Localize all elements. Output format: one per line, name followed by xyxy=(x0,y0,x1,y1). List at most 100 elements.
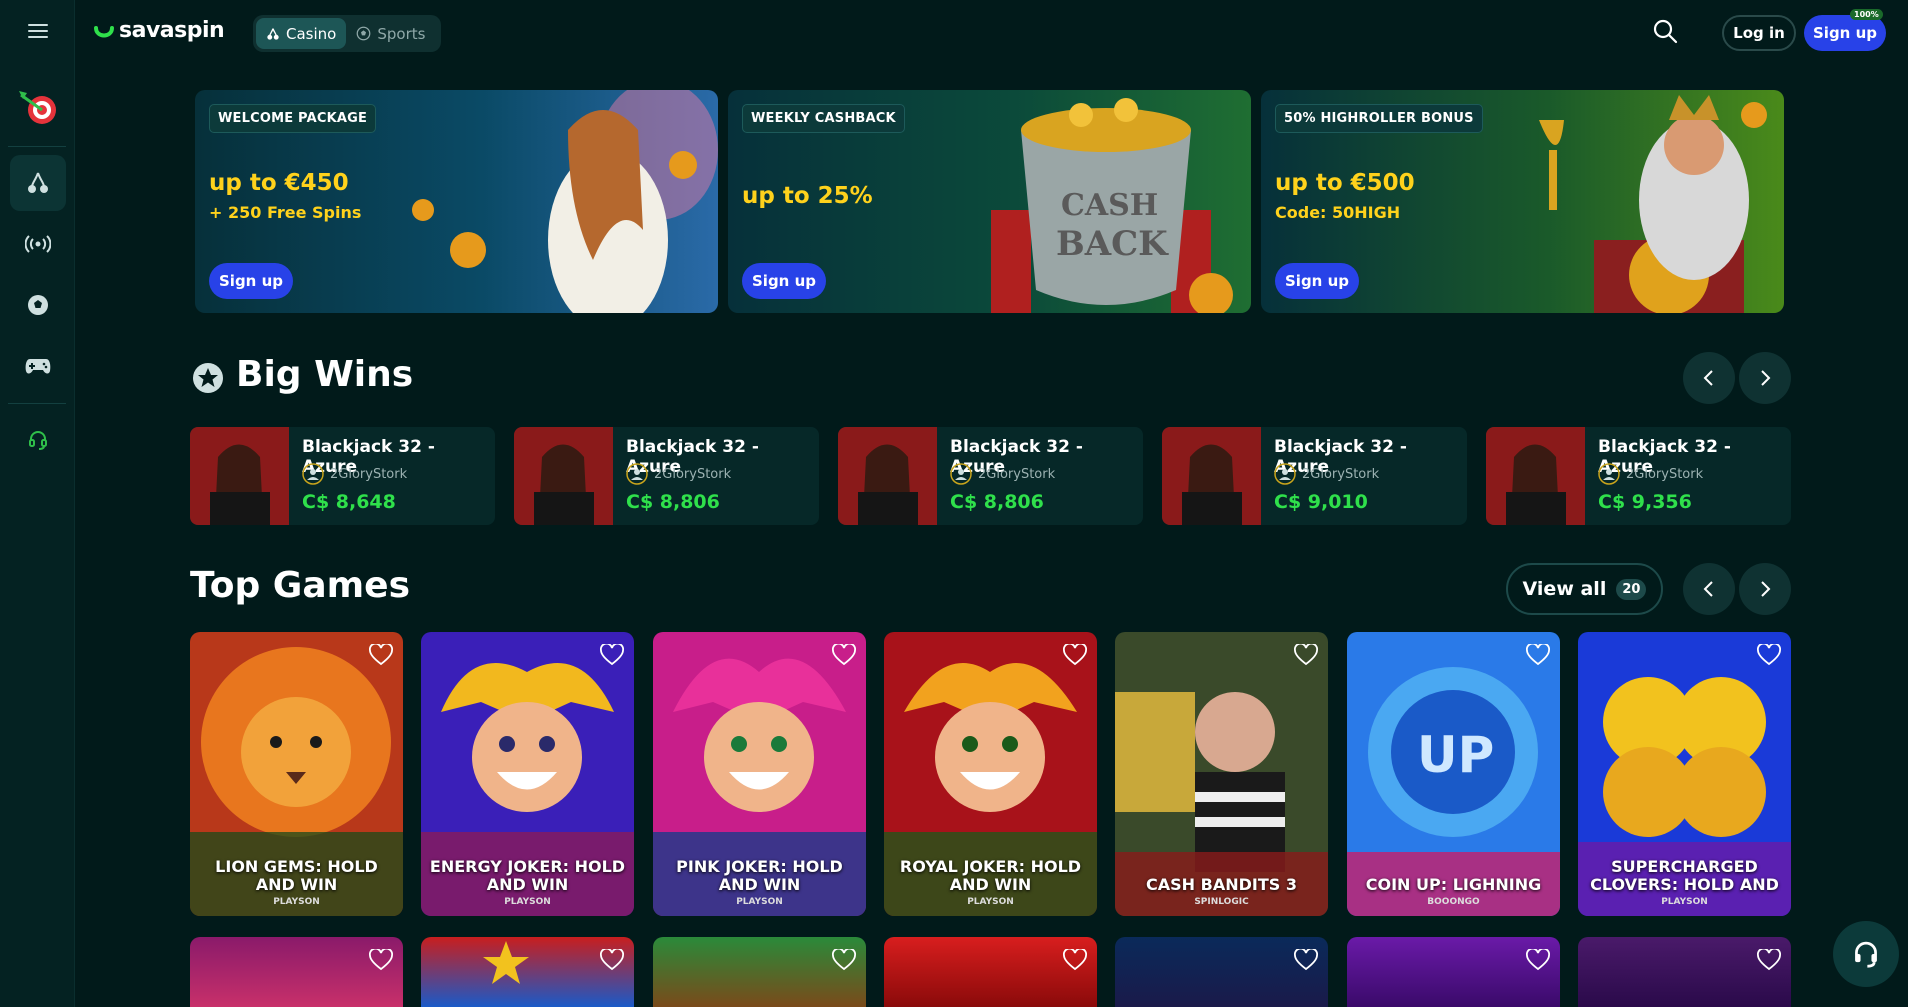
cashback-pot-illustration: CASHBACK xyxy=(991,98,1233,313)
dealer-thumbnail xyxy=(838,427,937,525)
big-wins-prev-button[interactable] xyxy=(1683,352,1735,404)
goddess-illustration xyxy=(412,90,718,313)
favorite-heart-icon[interactable] xyxy=(600,644,624,666)
favorite-heart-icon[interactable] xyxy=(1063,644,1087,666)
search-icon xyxy=(1653,19,1678,44)
promo-signup-button[interactable]: Sign up xyxy=(209,263,293,299)
big-win-card[interactable]: Blackjack 32 - Azure 2GloryStork C$ 8,64… xyxy=(190,427,495,525)
cherries-icon xyxy=(267,27,279,40)
promo-subline: + 250 Free Spins xyxy=(209,203,362,222)
game-tile[interactable]: UP COIN UP: LIGHNING BOOONGO xyxy=(1347,632,1560,916)
dealer-thumbnail xyxy=(1162,427,1261,525)
tab-casino[interactable]: Casino xyxy=(256,18,347,49)
login-button[interactable]: Log in xyxy=(1722,15,1796,51)
signup-button[interactable]: Sign up xyxy=(1804,15,1886,51)
big-win-card[interactable]: Blackjack 32 - Azure 2GloryStork C$ 9,35… xyxy=(1486,427,1791,525)
game-title: ROYAL JOKER: HOLD AND WIN xyxy=(899,857,1082,894)
top-games-prev-button[interactable] xyxy=(1683,563,1735,615)
big-win-card[interactable]: Blackjack 32 - Azure 2GloryStork C$ 9,01… xyxy=(1162,427,1467,525)
win-username: 2GloryStork xyxy=(978,466,1056,482)
game-tile[interactable]: LION GEMS: HOLD AND WIN PLAYSON xyxy=(190,632,403,916)
promo-card-cashback[interactable]: CASH BACK WEEKLY CASHBACK up to 25% Sign … xyxy=(728,90,1251,313)
game-tile[interactable]: ENERGY JOKER: HOLD AND WIN PLAYSON xyxy=(421,632,634,916)
win-user: 2GloryStork xyxy=(1598,463,1703,485)
sidebar-item-casino[interactable] xyxy=(10,155,66,211)
headset-icon xyxy=(1855,941,1877,968)
user-avatar-icon xyxy=(1274,463,1296,485)
live-broadcast-icon xyxy=(25,235,51,253)
promo-headline: up to €450 xyxy=(209,170,349,196)
user-avatar-icon xyxy=(1598,463,1620,485)
game-title: PINK JOKER: HOLD AND WIN xyxy=(676,857,843,894)
sidebar xyxy=(0,0,75,1007)
game-provider: BOOONGO xyxy=(1427,897,1480,907)
game-tile[interactable] xyxy=(1347,937,1560,1007)
game-tile[interactable] xyxy=(190,937,403,1007)
game-tile[interactable]: SUPERCHARGED CLOVERS: HOLD AND PLAYSON xyxy=(1578,632,1791,916)
favorite-heart-icon[interactable] xyxy=(369,949,393,971)
favorite-heart-icon[interactable] xyxy=(1757,644,1781,666)
win-username: 2GloryStork xyxy=(1302,466,1380,482)
star-badge-icon xyxy=(193,363,223,393)
promo-card-highroller[interactable]: 50% HIGHROLLER BONUS up to €500 Code: 50… xyxy=(1261,90,1784,313)
big-win-card[interactable]: Blackjack 32 - Azure 2GloryStork C$ 8,80… xyxy=(514,427,819,525)
game-tile[interactable] xyxy=(1578,937,1791,1007)
win-amount: C$ 8,648 xyxy=(302,491,396,513)
promo-card-welcome[interactable]: WELCOME PACKAGE up to €450 + 250 Free Sp… xyxy=(195,90,718,313)
brand-logo[interactable]: savaspin xyxy=(93,18,225,43)
user-avatar-icon xyxy=(626,463,648,485)
win-amount: C$ 9,356 xyxy=(1598,491,1692,513)
game-tile[interactable]: ROYAL JOKER: HOLD AND WIN PLAYSON xyxy=(884,632,1097,916)
big-wins-title: Big Wins xyxy=(236,354,414,395)
game-provider: PLAYSON xyxy=(1661,897,1708,907)
game-tile[interactable] xyxy=(421,937,634,1007)
view-all-button[interactable]: View all 20 xyxy=(1506,563,1663,615)
tab-sports[interactable]: Sports xyxy=(346,18,435,49)
brand-name: savaspin xyxy=(119,18,225,43)
game-tile[interactable]: PINK JOKER: HOLD AND WIN PLAYSON xyxy=(653,632,866,916)
menu-icon xyxy=(28,24,48,38)
chevron-left-icon xyxy=(1703,581,1713,597)
svg-text:CASH: CASH xyxy=(1061,188,1158,223)
promo-signup-button[interactable]: Sign up xyxy=(742,263,826,299)
sidebar-item-games[interactable] xyxy=(10,338,66,394)
favorite-heart-icon[interactable] xyxy=(1757,949,1781,971)
favorite-heart-icon[interactable] xyxy=(1294,949,1318,971)
big-wins-next-button[interactable] xyxy=(1739,352,1791,404)
top-bar: savaspin Casino Sports Log in Sign up 10… xyxy=(75,0,1908,66)
favorite-heart-icon[interactable] xyxy=(369,644,393,666)
cherries-icon xyxy=(28,172,48,193)
search-button[interactable] xyxy=(1652,18,1678,48)
top-games-next-button[interactable] xyxy=(1739,563,1791,615)
favorite-heart-icon[interactable] xyxy=(832,949,856,971)
favorite-heart-icon[interactable] xyxy=(1294,644,1318,666)
sidebar-item-live[interactable] xyxy=(10,216,66,272)
favorite-heart-icon[interactable] xyxy=(1526,644,1550,666)
football-icon xyxy=(28,295,48,315)
game-tile[interactable] xyxy=(653,937,866,1007)
favorite-heart-icon[interactable] xyxy=(832,644,856,666)
win-username: 2GloryStork xyxy=(654,466,732,482)
game-title: SUPERCHARGED CLOVERS: HOLD AND xyxy=(1590,857,1779,894)
game-artwork xyxy=(1115,632,1328,916)
support-chat-button[interactable] xyxy=(1833,921,1899,987)
svg-text:UP: UP xyxy=(1417,726,1494,784)
sidebar-item-promotions[interactable] xyxy=(10,80,66,136)
game-tile[interactable] xyxy=(1115,937,1328,1007)
game-tile[interactable] xyxy=(884,937,1097,1007)
game-title: ENERGY JOKER: HOLD AND WIN xyxy=(429,857,626,894)
big-win-card[interactable]: Blackjack 32 - Azure 2GloryStork C$ 8,80… xyxy=(838,427,1143,525)
favorite-heart-icon[interactable] xyxy=(1063,949,1087,971)
favorite-heart-icon[interactable] xyxy=(1526,949,1550,971)
menu-button[interactable] xyxy=(10,3,66,59)
game-artwork: UP xyxy=(1347,632,1560,916)
favorite-heart-icon[interactable] xyxy=(600,949,624,971)
game-tile[interactable]: CASH BANDITS 3 SPINLOGIC xyxy=(1115,632,1328,916)
game-title: CASH BANDITS 3 xyxy=(1146,875,1297,894)
promo-headline: up to €500 xyxy=(1275,170,1415,196)
dealer-thumbnail xyxy=(1486,427,1585,525)
sidebar-item-sports[interactable] xyxy=(10,277,66,333)
sidebar-item-support[interactable] xyxy=(10,412,66,468)
promo-signup-button[interactable]: Sign up xyxy=(1275,263,1359,299)
win-username: 2GloryStork xyxy=(330,466,408,482)
